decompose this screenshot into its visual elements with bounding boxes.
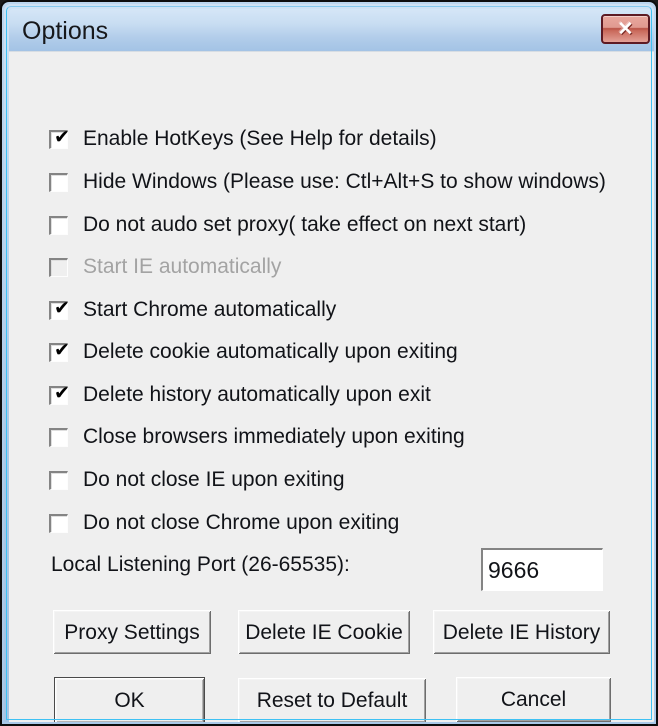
- checkmark-icon: ✔: [54, 381, 70, 404]
- option-label: Do not close IE upon exiting: [83, 468, 345, 491]
- delete-ie-history-button[interactable]: Delete IE History: [433, 610, 610, 654]
- options-dialog-window: Options ✕ ✔ Enable HotKeys (See Help for …: [0, 0, 658, 726]
- checkbox-unchecked-icon[interactable]: [49, 427, 68, 447]
- cancel-button[interactable]: Cancel: [456, 677, 611, 722]
- option-label: Delete cookie automatically upon exiting: [83, 340, 458, 363]
- checkbox-checked-icon[interactable]: ✔: [49, 338, 70, 362]
- option-row[interactable]: Close browsers immediately upon exiting: [49, 424, 465, 450]
- option-row[interactable]: ✔ Enable HotKeys (See Help for details): [49, 126, 437, 152]
- checkbox-unchecked-icon: [49, 257, 68, 277]
- option-row[interactable]: ✔ Delete history automatically upon exit: [49, 382, 431, 408]
- option-row[interactable]: Hide Windows (Please use: Ctl+Alt+S to s…: [49, 169, 606, 195]
- delete-ie-cookie-button[interactable]: Delete IE Cookie: [238, 610, 410, 654]
- checkbox-unchecked-icon[interactable]: [49, 470, 68, 490]
- close-button[interactable]: ✕: [601, 14, 650, 44]
- option-label: Do not audo set proxy( take effect on ne…: [83, 213, 527, 236]
- proxy-settings-button[interactable]: Proxy Settings: [53, 610, 211, 654]
- port-input[interactable]: [481, 548, 603, 591]
- option-row[interactable]: Do not audo set proxy( take effect on ne…: [49, 212, 526, 238]
- title-bar[interactable]: Options ✕: [9, 9, 654, 51]
- checkbox-checked-icon[interactable]: ✔: [49, 381, 70, 405]
- option-label: Hide Windows (Please use: Ctl+Alt+S to s…: [83, 170, 606, 193]
- checkbox-unchecked-icon[interactable]: [49, 172, 68, 192]
- ok-button[interactable]: OK: [54, 677, 205, 722]
- close-icon: ✕: [617, 18, 634, 40]
- checkmark-icon: ✔: [54, 125, 70, 148]
- option-row[interactable]: ✔ Start Chrome automatically: [49, 297, 336, 323]
- option-label: Start IE automatically: [83, 255, 282, 278]
- checkbox-unchecked-icon[interactable]: [49, 215, 68, 235]
- window-frame-outer: Options ✕ ✔ Enable HotKeys (See Help for …: [0, 0, 658, 726]
- option-row[interactable]: Do not close Chrome upon exiting: [49, 510, 399, 536]
- option-row[interactable]: ✔ Delete cookie automatically upon exitin…: [49, 339, 458, 365]
- option-label: Enable HotKeys (See Help for details): [83, 127, 437, 150]
- option-label: Start Chrome automatically: [83, 298, 337, 321]
- checkmark-icon: ✔: [54, 296, 70, 319]
- checkbox-unchecked-icon[interactable]: [49, 513, 68, 533]
- port-label: Local Listening Port (26-65535):: [51, 553, 350, 576]
- option-label: Close browsers immediately upon exiting: [83, 425, 465, 448]
- option-label: Delete history automatically upon exit: [83, 383, 431, 406]
- checkbox-checked-icon[interactable]: ✔: [49, 125, 70, 149]
- window-title: Options: [22, 17, 109, 45]
- window-frame-glass: Options ✕ ✔ Enable HotKeys (See Help for …: [4, 4, 654, 722]
- checkbox-checked-icon[interactable]: ✔: [49, 296, 70, 320]
- option-row[interactable]: Do not close IE upon exiting: [49, 467, 345, 493]
- option-label: Do not close Chrome upon exiting: [83, 511, 400, 534]
- dialog-client-area: ✔ Enable HotKeys (See Help for details) Hi…: [9, 51, 654, 722]
- checkmark-icon: ✔: [54, 338, 70, 361]
- reset-to-default-button[interactable]: Reset to Default: [238, 678, 426, 722]
- option-row: Start IE automatically: [49, 254, 281, 280]
